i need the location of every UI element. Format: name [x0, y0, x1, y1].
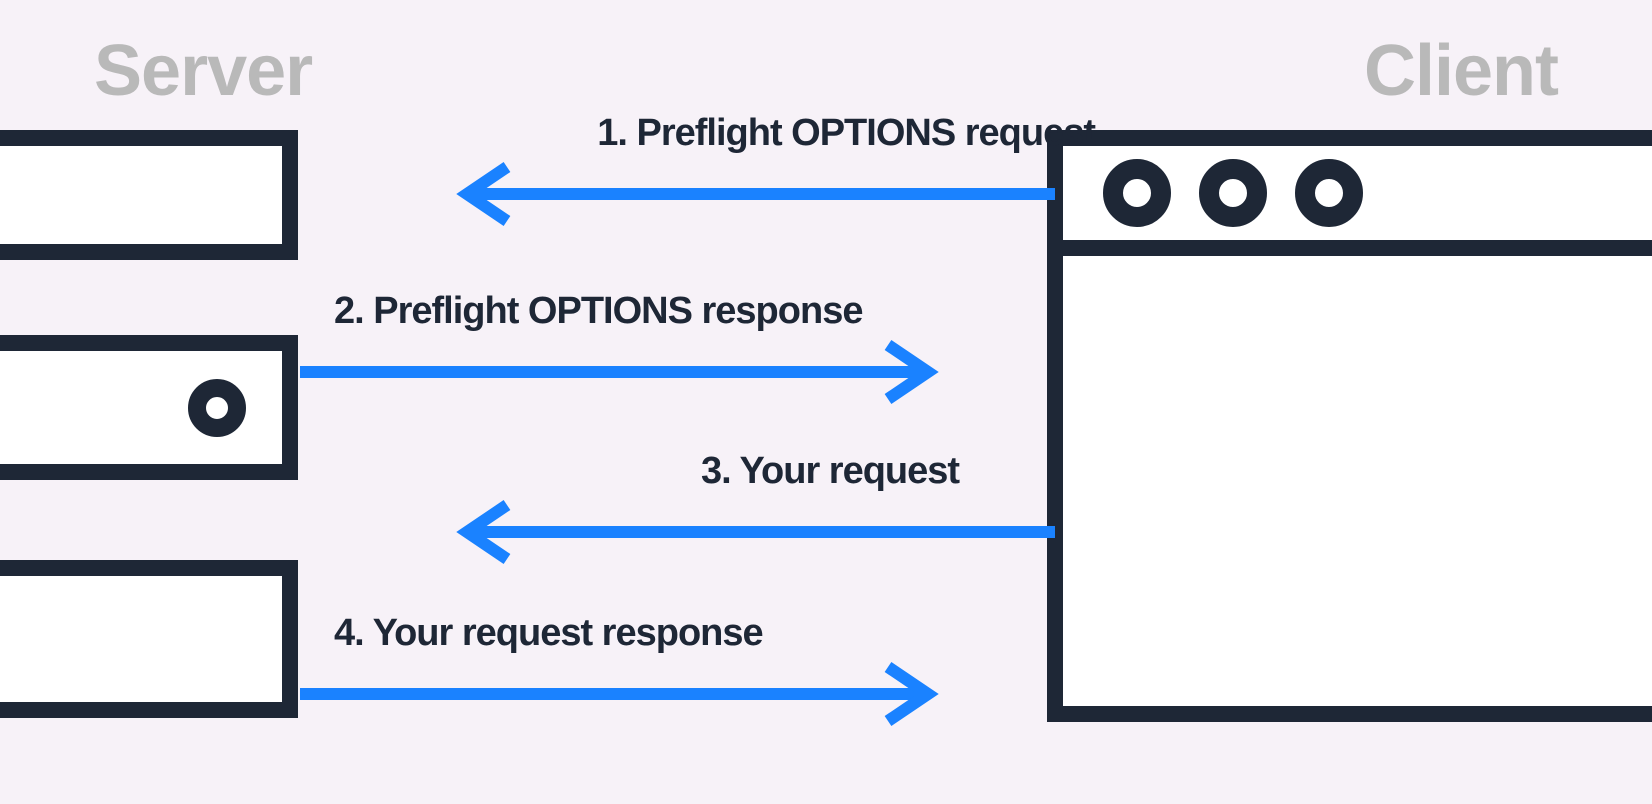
arrow-label: 4. Your request response	[334, 612, 763, 655]
server-box-3	[0, 560, 298, 718]
arrow-step-1: 1. Preflight OPTIONS request	[455, 112, 1055, 227]
client-browser-header	[1063, 146, 1652, 256]
client-title: Client	[1364, 30, 1558, 112]
arrow-step-4: 4. Your request response	[300, 612, 940, 727]
server-title: Server	[94, 30, 312, 112]
server-box-2	[0, 335, 298, 480]
browser-control-icon	[1103, 159, 1171, 227]
arrow-right-icon	[300, 661, 940, 727]
arrow-label: 3. Your request	[701, 450, 959, 493]
arrow-step-3: 3. Your request	[455, 450, 1055, 565]
server-indicator-icon	[188, 379, 246, 437]
client-browser	[1047, 130, 1652, 722]
arrow-left-icon	[455, 499, 1055, 565]
arrow-left-icon	[455, 161, 1055, 227]
arrow-step-2: 2. Preflight OPTIONS response	[300, 290, 940, 405]
arrow-label: 2. Preflight OPTIONS response	[334, 290, 862, 333]
server-box-1	[0, 130, 298, 260]
browser-control-icon	[1295, 159, 1363, 227]
browser-control-icon	[1199, 159, 1267, 227]
arrow-label: 1. Preflight OPTIONS request	[597, 112, 1095, 155]
arrow-right-icon	[300, 339, 940, 405]
